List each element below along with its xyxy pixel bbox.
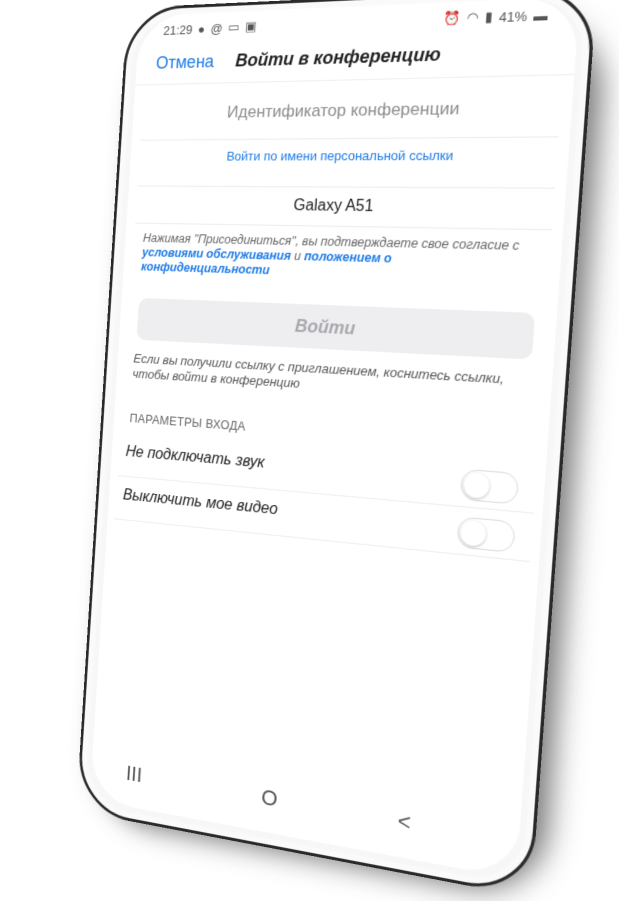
page-title: Войти в конференцию: [234, 43, 442, 71]
battery-icon: ▬: [533, 6, 549, 24]
message-icon: ▭: [227, 19, 241, 35]
status-time: 21:29: [162, 21, 194, 38]
at-icon: @: [210, 20, 224, 36]
disable-video-toggle[interactable]: [456, 516, 516, 554]
notification-icon: ●: [197, 21, 206, 37]
meeting-id-field: [140, 84, 563, 141]
gallery-icon: ▣: [244, 18, 258, 34]
alarm-icon: ⏰: [443, 9, 462, 27]
mute-audio-toggle[interactable]: [459, 468, 520, 505]
meeting-id-input[interactable]: [157, 85, 542, 134]
option-label: Выключить мое видео: [122, 487, 279, 519]
join-options-header: ПАРАМЕТРЫ ВХОДА: [129, 411, 246, 434]
option-label: Не подключать звук: [125, 443, 265, 472]
recents-button[interactable]: III: [125, 761, 143, 788]
agreement-middle: и: [290, 248, 305, 264]
status-left: 21:29 ● @ ▭ ▣: [163, 19, 257, 38]
battery-percent: 41%: [498, 7, 528, 25]
phone-mockup: 21:29 ● @ ▭ ▣ ⏰ ◠ ▮ 41% ▬ Отмена Войти в…: [0, 0, 619, 901]
display-name-field: [135, 185, 556, 231]
back-button[interactable]: <: [397, 808, 412, 837]
phone-body: 21:29 ● @ ▭ ▣ ⏰ ◠ ▮ 41% ▬ Отмена Войти в…: [76, 0, 598, 898]
toggle-knob: [459, 519, 487, 548]
personal-link-button[interactable]: Войти по имени персональной ссылки: [130, 147, 569, 164]
signal-icon: ▮: [484, 8, 494, 25]
agreement-text: Нажимая "Присоединиться", вы подтверждае…: [141, 231, 541, 286]
invite-hint: Если вы получили ссылку с приглашением, …: [132, 350, 505, 391]
display-name-input[interactable]: [152, 186, 534, 229]
wifi-icon: ◠: [466, 9, 480, 26]
app-screen: 21:29 ● @ ▭ ▣ ⏰ ◠ ▮ 41% ▬ Отмена Войти в…: [89, 0, 580, 880]
join-button[interactable]: Войти: [136, 297, 536, 360]
system-nav-bar: III O <: [91, 755, 520, 860]
toggle-knob: [463, 471, 491, 500]
status-right: ⏰ ◠ ▮ 41% ▬: [443, 6, 548, 27]
home-button[interactable]: O: [261, 784, 279, 812]
cancel-button[interactable]: Отмена: [155, 52, 214, 74]
